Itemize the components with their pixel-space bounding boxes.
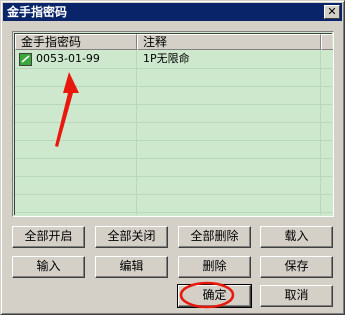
column-header-filler <box>321 34 333 50</box>
close-button[interactable]: ✕ <box>324 5 340 19</box>
list-body: 金手指密码 注释 0053-01-99 1P无限命 <box>14 33 333 215</box>
row-checkbox[interactable] <box>19 53 32 66</box>
column-header-code[interactable]: 金手指密码 <box>15 34 137 50</box>
cheat-code-list[interactable]: 金手指密码 注释 0053-01-99 1P无限命 <box>12 31 334 217</box>
list-header: 金手指密码 注释 <box>15 34 333 50</box>
delete-button[interactable]: 删除 <box>178 256 251 278</box>
column-divider <box>136 50 137 215</box>
column-divider <box>320 50 321 215</box>
window-title: 金手指密码 <box>7 5 68 19</box>
input-button[interactable]: 输入 <box>12 256 85 278</box>
disable-all-button[interactable]: 全部关闭 <box>95 226 168 248</box>
enable-all-button[interactable]: 全部开启 <box>12 226 85 248</box>
edit-button[interactable]: 编辑 <box>95 256 168 278</box>
close-icon: ✕ <box>327 5 337 18</box>
cheat-code-dialog: 金手指密码 ✕ 金手指密码 注释 0053-01-99 1P无限命 全部开启 全… <box>0 0 345 315</box>
delete-all-button[interactable]: 全部删除 <box>178 226 251 248</box>
list-item[interactable]: 0053-01-99 1P无限命 <box>15 50 332 68</box>
column-header-note[interactable]: 注释 <box>137 34 321 50</box>
ok-button[interactable]: 确定 <box>177 284 252 308</box>
row-code: 0053-01-99 <box>36 52 100 65</box>
save-button[interactable]: 保存 <box>260 256 333 278</box>
title-bar[interactable]: 金手指密码 ✕ <box>3 3 342 21</box>
checkmark-icon <box>20 54 31 65</box>
row-note: 1P无限命 <box>143 52 190 65</box>
load-button[interactable]: 载入 <box>260 226 333 248</box>
cancel-button[interactable]: 取消 <box>260 285 333 307</box>
